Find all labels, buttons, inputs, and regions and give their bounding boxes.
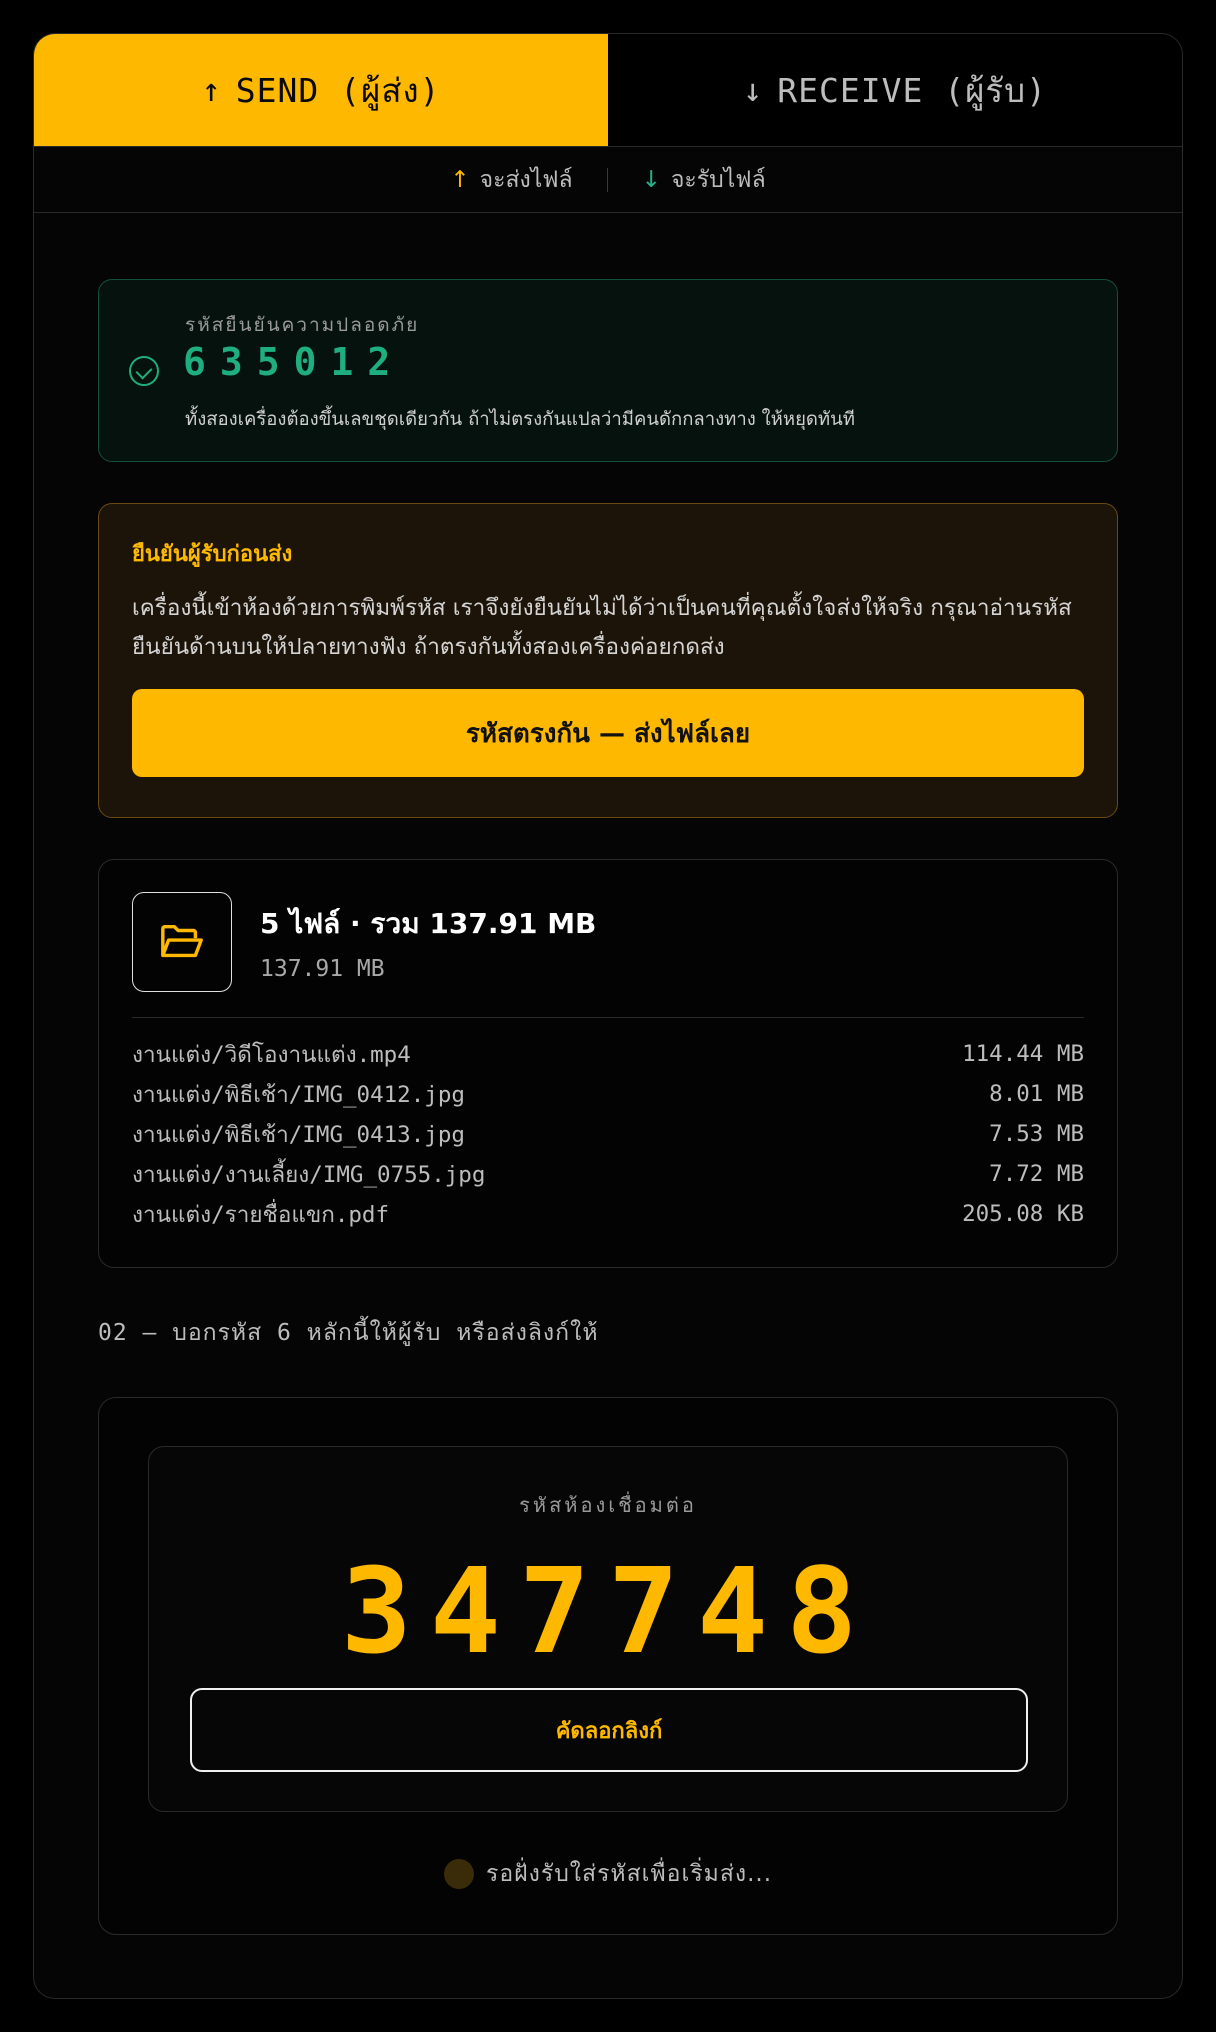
room-code-panel: รหัสห้องเชื่อมต่อ 347748 คัดลอกลิงก์ รอฝ…	[98, 1397, 1118, 1935]
verification-code: 635012	[183, 340, 405, 384]
confirm-title: ยืนยันผู้รับก่อนส่ง	[132, 542, 293, 567]
file-list-panel: 5 ไฟล์ · รวม 137.91 MB 137.91 MB งานแต่ง…	[98, 859, 1118, 1268]
main-content: รหัสยืนยันความปลอดภัย 635012 ทั้งสองเครื…	[98, 279, 1118, 1935]
confirm-recipient-panel: ยืนยันผู้รับก่อนส่ง เครื่องนี้เข้าห้องด้…	[98, 503, 1118, 818]
confirm-body: เครื่องนี้เข้าห้องด้วยการพิมพ์รหัส เราจึ…	[132, 595, 1072, 660]
file-name: งานแต่ง/รายชื่อแขก.pdf	[132, 1202, 390, 1228]
list-item: งานแต่ง/พิธีเช้า/IMG_0412.jpg 8.01 MB	[132, 1074, 1084, 1114]
tab-receive[interactable]: ↓ RECEIVE (ผู้รับ)	[608, 34, 1182, 146]
file-size: 114.44 MB	[962, 1041, 1084, 1067]
file-name: งานแต่ง/งานเลี้ยง/IMG_0755.jpg	[132, 1162, 486, 1188]
file-list: งานแต่ง/วิดีโองานแต่ง.mp4 114.44 MB งานแต…	[132, 1034, 1084, 1234]
divider	[132, 1017, 1084, 1018]
list-item: งานแต่ง/พิธีเช้า/IMG_0413.jpg 7.53 MB	[132, 1114, 1084, 1154]
tab-send[interactable]: ↑ SEND (ผู้ส่ง)	[34, 34, 608, 146]
room-code: 347748	[340, 1542, 876, 1680]
file-name: งานแต่ง/พิธีเช้า/IMG_0412.jpg	[132, 1082, 465, 1108]
list-item: งานแต่ง/วิดีโองานแต่ง.mp4 114.44 MB	[132, 1034, 1084, 1074]
copy-link-button[interactable]: คัดลอกลิงก์	[190, 1688, 1028, 1772]
file-total-size: 137.91 MB	[260, 956, 385, 982]
verification-label: รหัสยืนยันความปลอดภัย	[185, 314, 420, 336]
list-item: งานแต่ง/รายชื่อแขก.pdf 205.08 KB	[132, 1194, 1084, 1234]
arrow-down-icon: ↓	[641, 166, 661, 193]
list-item: งานแต่ง/งานเลี้ยง/IMG_0755.jpg 7.72 MB	[132, 1154, 1084, 1194]
hint-send: ↑ จะส่งไฟล์	[450, 162, 572, 198]
verification-panel: รหัสยืนยันความปลอดภัย 635012 ทั้งสองเครื…	[98, 279, 1118, 462]
file-size: 8.01 MB	[989, 1081, 1084, 1107]
file-summary-meta: 5 ไฟล์ · รวม 137.91 MB 137.91 MB	[260, 902, 596, 982]
status-indicator-icon	[443, 1859, 474, 1889]
file-size: 205.08 KB	[962, 1201, 1084, 1227]
folder-open-icon	[132, 892, 232, 992]
arrow-up-icon: ↑	[450, 166, 470, 193]
arrow-up-icon: ↑	[201, 71, 222, 109]
hint-send-label: จะส่งไฟล์	[479, 166, 573, 193]
file-size: 7.53 MB	[989, 1121, 1084, 1147]
step-heading: 02 — บอกรหัส 6 หลักนี้ให้ผู้รับ หรือส่งล…	[98, 1320, 599, 1346]
arrow-down-icon: ↓	[743, 71, 764, 109]
check-circle-icon	[129, 356, 159, 386]
status-text: รอฝั่งรับใส่รหัสเพื่อเริ่มส่ง...	[485, 1861, 773, 1887]
waiting-status: รอฝั่งรับใส่รหัสเพื่อเริ่มส่ง...	[99, 1856, 1117, 1892]
mode-tabs: ↑ SEND (ผู้ส่ง) ↓ RECEIVE (ผู้รับ)	[34, 34, 1182, 147]
room-code-label: รหัสห้องเชื่อมต่อ	[519, 1493, 697, 1517]
confirm-send-button[interactable]: รหัสตรงกัน — ส่งไฟล์เลย	[132, 689, 1084, 777]
file-summary: 5 ไฟล์ · รวม 137.91 MB	[260, 907, 597, 940]
file-size: 7.72 MB	[989, 1161, 1084, 1187]
file-name: งานแต่ง/พิธีเช้า/IMG_0413.jpg	[132, 1122, 465, 1148]
file-summary-header: 5 ไฟล์ · รวม 137.91 MB 137.91 MB	[132, 892, 1084, 992]
hint-receive: ↓ จะรับไฟล์	[642, 162, 766, 198]
transfer-card: ↑ SEND (ผู้ส่ง) ↓ RECEIVE (ผู้รับ) ↑ จะส…	[33, 33, 1183, 1999]
tab-receive-label: RECEIVE (ผู้รับ)	[777, 70, 1047, 110]
divider	[606, 167, 608, 192]
room-code-box: รหัสห้องเชื่อมต่อ 347748 คัดลอกลิงก์	[148, 1446, 1068, 1812]
file-name: งานแต่ง/วิดีโองานแต่ง.mp4	[132, 1042, 411, 1068]
mode-hint-bar: ↑ จะส่งไฟล์ ↓ จะรับไฟล์	[34, 147, 1182, 213]
tab-send-label: SEND (ผู้ส่ง)	[235, 70, 441, 110]
hint-receive-label: จะรับไฟล์	[670, 166, 766, 193]
verification-note: ทั้งสองเครื่องต้องขึ้นเลขชุดเดียวกัน ถ้า…	[185, 409, 855, 430]
